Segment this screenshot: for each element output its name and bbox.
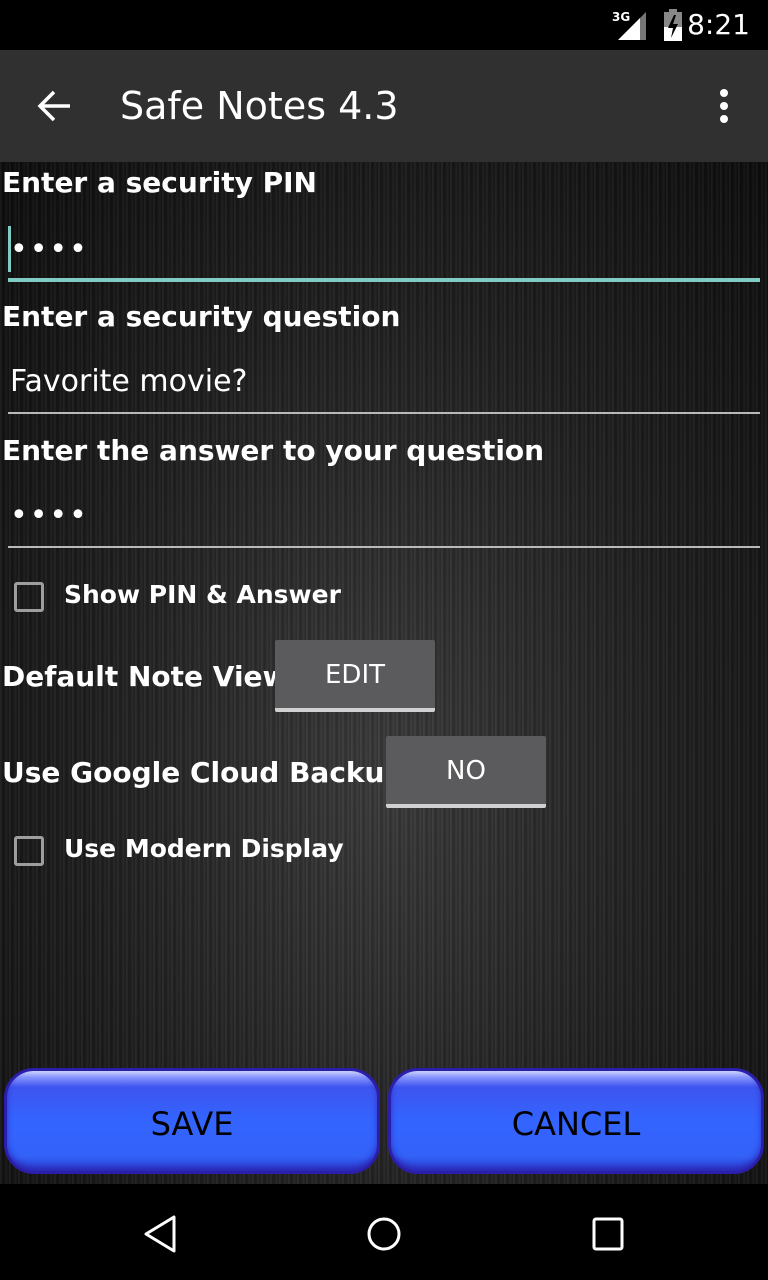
battery-charging-icon (664, 9, 682, 41)
back-icon[interactable] (142, 1214, 178, 1254)
answer-label: Enter the answer to your question (2, 434, 545, 467)
default-view-button[interactable]: EDIT (275, 640, 435, 712)
pin-label: Enter a security PIN (2, 166, 317, 199)
modern-display-checkbox[interactable] (14, 836, 44, 866)
recents-icon[interactable] (590, 1214, 626, 1254)
question-label: Enter a security question (2, 300, 401, 333)
app-bar: Safe Notes 4.3 (0, 50, 768, 162)
pin-field[interactable]: •••• (8, 220, 760, 282)
app-title: Safe Notes 4.3 (120, 84, 399, 128)
save-button[interactable]: SAVE (4, 1068, 380, 1174)
cloud-backup-label: Use Google Cloud Backup: (2, 756, 416, 789)
question-value: Favorite movie? (10, 364, 248, 399)
pin-underline (8, 278, 760, 282)
question-field[interactable]: Favorite movie? (8, 352, 760, 414)
signal-icon (618, 12, 646, 40)
answer-value: •••• (10, 498, 89, 533)
show-pin-checkbox[interactable] (14, 582, 44, 612)
settings-form: Enter a security PIN •••• Enter a securi… (0, 162, 768, 1184)
answer-underline (8, 546, 760, 548)
modern-display-label: Use Modern Display (64, 834, 344, 863)
answer-field[interactable]: •••• (8, 486, 760, 548)
navigation-bar (0, 1184, 768, 1280)
arrow-back-icon[interactable] (36, 88, 72, 124)
home-icon[interactable] (366, 1214, 402, 1254)
cancel-button[interactable]: CANCEL (388, 1068, 764, 1174)
clock: 8:21 (687, 8, 750, 41)
overflow-menu-icon[interactable] (712, 88, 736, 124)
show-pin-label: Show PIN & Answer (64, 580, 341, 609)
question-underline (8, 412, 760, 414)
default-view-label: Default Note View: (2, 660, 300, 693)
pin-value: •••• (10, 232, 89, 267)
cloud-backup-button[interactable]: NO (386, 736, 546, 808)
status-bar: 3G 8:21 (0, 0, 768, 50)
